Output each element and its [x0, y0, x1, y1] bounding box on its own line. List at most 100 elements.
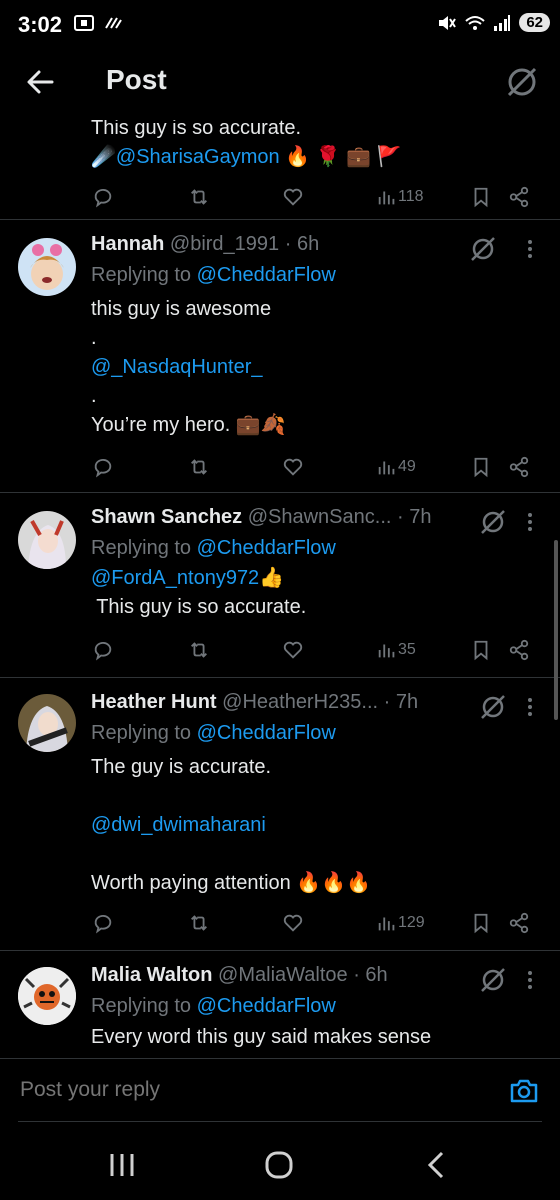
reply-input[interactable]: [18, 1077, 462, 1103]
back-button[interactable]: [24, 66, 64, 98]
like-button[interactable]: [282, 908, 304, 938]
grok-icon: [481, 968, 505, 992]
like-button[interactable]: [282, 182, 304, 212]
grok-button[interactable]: [478, 507, 508, 537]
views-count: 129: [398, 914, 425, 931]
mention-link[interactable]: @FordA_ntony972👍: [91, 564, 540, 593]
reply-text-line: [91, 782, 540, 811]
share-button[interactable]: [508, 452, 530, 482]
mention-link[interactable]: @_NasdaqHunter_: [91, 353, 540, 382]
reply-button[interactable]: [92, 452, 114, 482]
views-count: 118: [398, 188, 424, 205]
views-button[interactable]: 129: [376, 908, 425, 938]
mention-link[interactable]: @SharisaGaymon: [116, 146, 280, 168]
replies-feed: This guy is so accurate. ☄️@SharisaGaymo…: [0, 120, 560, 1055]
views-button[interactable]: 35: [376, 635, 416, 665]
grok-button[interactable]: [504, 64, 540, 100]
repost-icon: [191, 459, 207, 475]
replying-to: Replying to @CheddarFlow: [91, 992, 540, 1021]
repost-button[interactable]: [188, 182, 210, 212]
replying-to-link[interactable]: @CheddarFlow: [197, 995, 336, 1017]
share-button[interactable]: [508, 182, 530, 212]
bookmark-button[interactable]: [470, 182, 492, 212]
post-text: This guy is so accurate.: [91, 120, 302, 139]
bookmark-icon: [474, 640, 488, 661]
avatar[interactable]: [18, 967, 76, 1025]
action-bar: 35: [92, 635, 538, 665]
reply-button[interactable]: [92, 182, 114, 212]
like-button[interactable]: [282, 452, 304, 482]
avatar[interactable]: [18, 238, 76, 296]
reply-item[interactable]: Malia Walton @MaliaWaltoe · 6h Replying …: [0, 951, 560, 1055]
grok-button[interactable]: [478, 965, 508, 995]
author-handle[interactable]: @HeatherH235...: [222, 691, 378, 713]
author-handle[interactable]: @MaliaWaltoe: [218, 964, 348, 986]
reply-text-line: Every word this guy said makes sense: [91, 1026, 432, 1048]
reply-composer: [0, 1058, 560, 1125]
share-button[interactable]: [508, 635, 530, 665]
share-icon: [509, 639, 529, 661]
reply-button[interactable]: [92, 908, 114, 938]
grok-button[interactable]: [478, 692, 508, 722]
camera-button[interactable]: [508, 1075, 540, 1107]
reply-button[interactable]: [92, 635, 114, 665]
mention-link[interactable]: @dwi_dwimaharani: [91, 811, 540, 840]
repost-button[interactable]: [188, 452, 210, 482]
replying-prefix: Replying to: [91, 537, 192, 559]
author-name[interactable]: Hannah: [91, 233, 164, 255]
reply-item[interactable]: Heather Hunt @HeatherH235... · 7h Replyi…: [0, 678, 560, 951]
avatar[interactable]: [18, 694, 76, 752]
reply-item[interactable]: Shawn Sanchez @ShawnSanc... · 7h Replyin…: [0, 493, 560, 678]
replying-to-link[interactable]: @CheddarFlow: [197, 264, 336, 286]
views-icon: [378, 461, 395, 475]
avatar-image: [26, 706, 68, 752]
repost-button[interactable]: [188, 635, 210, 665]
bookmark-button[interactable]: [470, 452, 492, 482]
views-button[interactable]: 118: [376, 182, 424, 212]
reply-text-line: [91, 840, 540, 869]
recents-button[interactable]: [104, 1148, 140, 1182]
post-fragment[interactable]: This guy is so accurate. ☄️@SharisaGaymo…: [0, 120, 560, 220]
author-handle[interactable]: @ShawnSanc...: [248, 506, 392, 528]
share-icon: [509, 186, 529, 208]
replying-prefix: Replying to: [91, 995, 192, 1017]
system-back-button[interactable]: [420, 1148, 456, 1182]
bookmark-icon: [474, 457, 488, 478]
repost-icon: [191, 915, 207, 931]
status-bar: 3:02 62: [0, 0, 560, 50]
mute-icon: [439, 15, 457, 30]
heart-icon: [283, 188, 303, 206]
more-options-button[interactable]: [520, 692, 540, 722]
more-options-button[interactable]: [520, 507, 540, 537]
like-button[interactable]: [282, 635, 304, 665]
more-options-button[interactable]: [520, 234, 540, 264]
more-vertical-icon: [528, 971, 532, 989]
views-button[interactable]: 49: [376, 452, 416, 482]
replying-to-link[interactable]: @CheddarFlow: [197, 722, 336, 744]
recents-icon: [110, 1154, 134, 1176]
scrollbar-thumb[interactable]: [554, 540, 558, 720]
bookmark-button[interactable]: [470, 908, 492, 938]
author-handle[interactable]: @bird_1991: [170, 233, 279, 255]
grok-icon: [481, 695, 505, 719]
author-name[interactable]: Heather Hunt: [91, 691, 217, 713]
post-time: · 7h: [383, 691, 419, 713]
author-name[interactable]: Shawn Sanchez: [91, 506, 242, 528]
reply-icon: [94, 641, 112, 661]
avatar[interactable]: [18, 511, 76, 569]
author-name[interactable]: Malia Walton: [91, 964, 212, 986]
share-button[interactable]: [508, 908, 530, 938]
grok-button[interactable]: [468, 234, 498, 264]
reply-item[interactable]: Hannah @bird_1991 · 6h Replying to @Ched…: [0, 220, 560, 493]
bookmark-button[interactable]: [470, 635, 492, 665]
replying-to: Replying to @CheddarFlow: [91, 261, 540, 290]
reply-text-line: The guy is accurate.: [91, 756, 272, 778]
page-title: Post: [106, 64, 167, 95]
more-options-button[interactable]: [520, 965, 540, 995]
replying-prefix: Replying to: [91, 722, 192, 744]
replying-to-link[interactable]: @CheddarFlow: [197, 537, 336, 559]
reply-text-line: You’re my hero. 💼🍂: [91, 414, 286, 436]
repost-button[interactable]: [188, 908, 210, 938]
home-button[interactable]: [262, 1148, 298, 1182]
action-bar: 129: [92, 908, 538, 938]
